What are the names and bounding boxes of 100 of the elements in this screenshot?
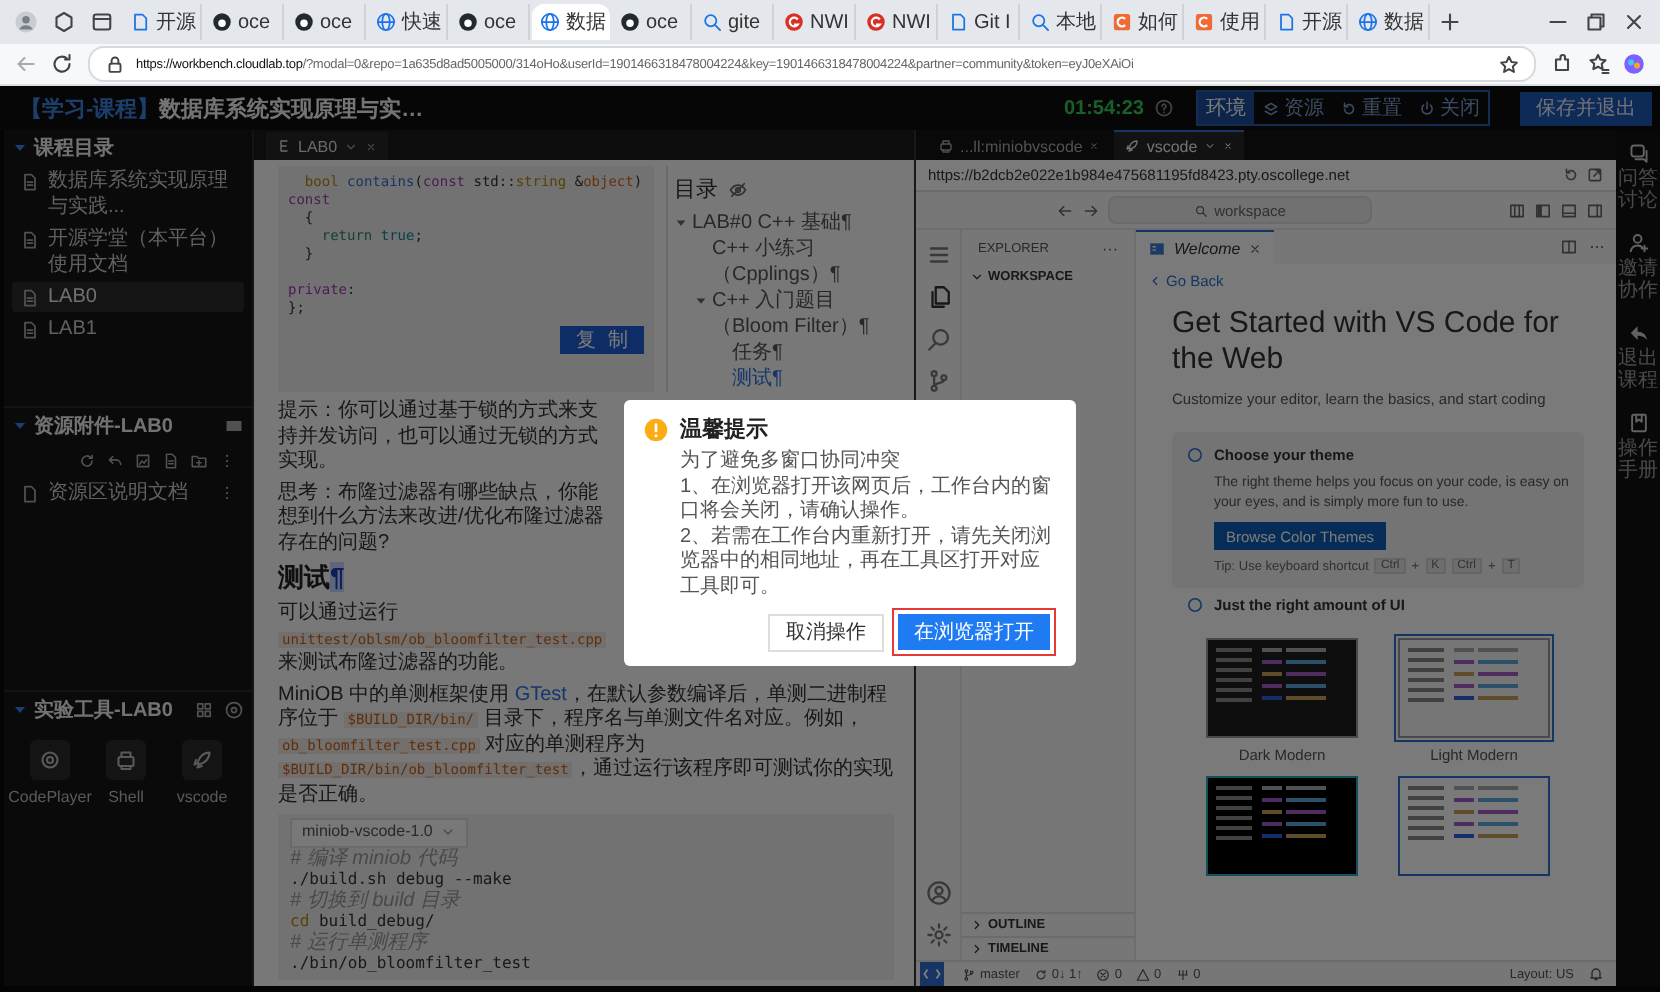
header-button[interactable]: 重置 <box>1332 92 1410 124</box>
catalog-item[interactable]: LAB0 <box>12 282 244 312</box>
tool-tile[interactable] <box>182 740 222 780</box>
more-actions[interactable]: ··· <box>1102 239 1118 257</box>
caret-icon[interactable] <box>694 294 708 308</box>
new-folder-icon[interactable] <box>190 452 208 470</box>
header-button[interactable]: 环境 <box>1198 92 1254 124</box>
sidebar-toggle-icon[interactable] <box>1534 201 1552 219</box>
header-button[interactable]: 资源 <box>1254 92 1332 124</box>
forward-icon[interactable] <box>1082 201 1100 219</box>
layout-icon[interactable] <box>1508 201 1526 219</box>
toc-link[interactable]: 任务¶ <box>732 340 783 366</box>
caret-icon[interactable] <box>12 140 28 156</box>
catalog-item[interactable]: 开源学堂（本平台）使用文档 <box>12 224 244 280</box>
browser-tab[interactable]: gite <box>694 4 774 40</box>
help-icon[interactable] <box>1154 98 1174 118</box>
browser-tab[interactable]: oce <box>286 4 366 40</box>
avatar-icon[interactable] <box>14 10 38 34</box>
square-badge-icon <box>1112 12 1132 32</box>
anchor-link[interactable]: ¶ <box>330 562 345 592</box>
favorites-icon[interactable] <box>1586 52 1610 76</box>
grid-icon[interactable] <box>194 700 214 720</box>
reload-icon[interactable] <box>50 52 74 76</box>
settings-icon[interactable] <box>224 700 244 720</box>
files-icon[interactable] <box>925 284 951 310</box>
theme-preview[interactable] <box>1206 776 1358 876</box>
rail-button[interactable]: 问答讨论 <box>1618 142 1658 212</box>
catalog-item[interactable]: 数据库系统实现原理与实践... <box>12 166 244 222</box>
rail-button[interactable]: 退出课程 <box>1618 322 1658 392</box>
copilot-icon[interactable] <box>1622 52 1646 76</box>
toc-link[interactable]: C++ 入门题目（Bloom Filter）¶ <box>712 288 894 340</box>
back-icon[interactable] <box>1056 201 1074 219</box>
browser-tab[interactable]: 快速 <box>368 4 448 40</box>
secondary-sidebar-icon[interactable] <box>1586 201 1604 219</box>
tool-tile[interactable] <box>106 740 146 780</box>
cancel-button[interactable]: 取消操作 <box>768 613 884 651</box>
workspaces-icon[interactable] <box>52 10 76 34</box>
catalog-item[interactable]: LAB1 <box>12 314 244 344</box>
browser-tab[interactable]: 开源 <box>1268 4 1348 40</box>
browser-tab[interactable]: 开源 <box>122 4 202 40</box>
workspace-tab[interactable]: vscode <box>1114 130 1244 160</box>
image-file-icon[interactable] <box>134 452 152 470</box>
browser-tab[interactable]: 本地 <box>1022 4 1102 40</box>
browser-tab[interactable]: Git I <box>940 4 1020 40</box>
browser-tab[interactable]: oce <box>204 4 284 40</box>
remote-icon[interactable] <box>916 962 948 986</box>
browser-tab[interactable]: 数据 <box>532 4 610 40</box>
browser-tab[interactable]: 使用 <box>1186 4 1266 40</box>
caret-icon[interactable] <box>674 216 688 230</box>
bell-icon[interactable] <box>1588 966 1604 982</box>
tool-label[interactable]: vscode <box>176 788 228 806</box>
rail-button[interactable]: 邀请协作 <box>1618 232 1658 302</box>
theme-preview[interactable] <box>1398 638 1550 738</box>
panel-toggle-icon[interactable] <box>1560 201 1578 219</box>
document-tab[interactable]: LAB0 <box>266 132 388 160</box>
link[interactable]: GTest <box>514 683 567 705</box>
close-icon[interactable] <box>1622 10 1646 34</box>
browser-tab[interactable]: NWI <box>858 4 938 40</box>
restore-icon[interactable] <box>1584 10 1608 34</box>
theme-preview[interactable] <box>1398 776 1550 876</box>
save-exit-button[interactable]: 保存并退出 <box>1520 91 1652 125</box>
theme-preview[interactable] <box>1206 638 1358 738</box>
star-icon[interactable] <box>1498 53 1520 75</box>
tool-label[interactable]: Shell <box>108 788 144 806</box>
extensions-icon[interactable] <box>1550 52 1574 76</box>
search-icon[interactable] <box>925 326 951 352</box>
back-icon[interactable] <box>14 52 38 76</box>
new-file-icon[interactable] <box>162 452 180 470</box>
browser-tab[interactable]: oce <box>612 4 692 40</box>
toc-link[interactable]: C++ 小练习（Cpplings）¶ <box>712 236 894 288</box>
caret-icon[interactable] <box>12 702 28 718</box>
browser-tab[interactable]: NWI <box>776 4 856 40</box>
settings-icon[interactable] <box>925 922 951 948</box>
menu-icon[interactable] <box>925 242 951 268</box>
confirm-button[interactable]: 在浏览器打开 <box>898 614 1050 650</box>
close-icon <box>1248 241 1263 255</box>
source-control-icon[interactable] <box>925 368 951 394</box>
rail-button[interactable]: 操作手册 <box>1618 412 1658 482</box>
caret-icon[interactable] <box>12 418 28 434</box>
chevron-icon[interactable] <box>343 139 358 153</box>
toc-link[interactable]: LAB#0 C++ 基础¶ <box>692 210 852 236</box>
browser-tab[interactable]: 如何 <box>1104 4 1184 40</box>
environment-select[interactable]: miniob-vscode-1.0 <box>290 818 469 847</box>
tool-label[interactable]: CodePlayer <box>8 788 92 806</box>
open-external-icon[interactable] <box>1586 166 1604 184</box>
browser-tab[interactable]: 数据 <box>1350 4 1430 40</box>
toc-link[interactable]: 测试¶ <box>732 366 783 392</box>
refresh-icon[interactable] <box>78 452 96 470</box>
tab-actions-icon[interactable] <box>90 10 114 34</box>
account-icon[interactable] <box>925 880 951 906</box>
header-button[interactable]: 关闭 <box>1410 92 1488 124</box>
tool-tile[interactable] <box>30 740 70 780</box>
copy-button[interactable]: 复 制 <box>559 326 644 354</box>
eye-off-icon[interactable] <box>728 179 748 199</box>
new-tab-icon[interactable] <box>1438 10 1462 34</box>
split-editor-icon[interactable] <box>1560 238 1578 256</box>
browser-tab[interactable]: oce <box>450 4 530 40</box>
undo-icon[interactable] <box>106 452 124 470</box>
resource-item[interactable]: 资源区说明文档 <box>12 478 244 508</box>
workspace-tab[interactable]: ...ll:miniobvscode <box>928 132 1111 160</box>
